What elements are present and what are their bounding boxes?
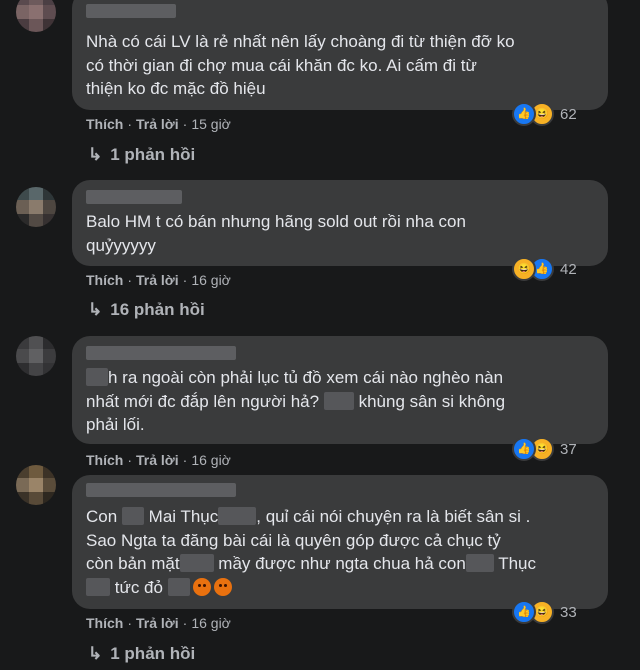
reaction-summary[interactable]: 😆 👍 42: [512, 257, 577, 281]
redacted-text: [86, 368, 108, 386]
reaction-summary[interactable]: 👍 😆 62: [512, 102, 577, 126]
like-link[interactable]: Thích: [86, 272, 123, 288]
redacted-text: [179, 554, 214, 572]
reaction-count: 37: [560, 440, 577, 458]
comment-bubble: Con Mai Thục, quỉ cái nói chuyện ra là b…: [72, 475, 608, 609]
like-icon: 👍: [512, 600, 536, 624]
like-link[interactable]: Thích: [86, 116, 123, 132]
reply-arrow-icon: ↳: [88, 145, 103, 164]
comment-bubble: Nhà có cái LV là rẻ nhất nên lấy choàng …: [72, 0, 608, 110]
commenter-name[interactable]: [86, 4, 176, 18]
comment-actions: Thích · Trả lời · 16 giờ: [86, 452, 231, 468]
view-replies-link[interactable]: ↳ 1 phản hồi: [88, 145, 195, 165]
like-link[interactable]: Thích: [86, 452, 123, 468]
commenter-name[interactable]: [86, 346, 236, 360]
timestamp[interactable]: 16 giờ: [191, 615, 231, 631]
redacted-text: [167, 577, 190, 596]
avatar[interactable]: [16, 0, 56, 32]
reply-link[interactable]: Trả lời: [136, 116, 179, 132]
comment-text: Con Mai Thục, quỉ cái nói chuyện ra là b…: [86, 507, 537, 597]
comment-text: Balo HM t có bán nhưng hãng sold out rồi…: [86, 212, 466, 255]
redacted-text: [218, 507, 257, 525]
like-icon: 👍: [512, 437, 536, 461]
comment-text: h ra ngoài còn phải lục tủ đồ xem cái nà…: [86, 368, 506, 434]
comment-actions: Thích · Trả lời · 15 giờ: [86, 116, 231, 132]
reaction-count: 33: [560, 603, 577, 621]
comment-text: Nhà có cái LV là rẻ nhất nên lấy choàng …: [86, 32, 515, 98]
reaction-count: 62: [560, 105, 577, 123]
redacted-text: [86, 577, 110, 596]
haha-icon: 😆: [512, 257, 536, 281]
timestamp[interactable]: 16 giờ: [191, 272, 231, 288]
comment-bubble: Balo HM t có bán nhưng hãng sold out rồi…: [72, 180, 608, 266]
redacted-text: [121, 507, 144, 525]
reply-arrow-icon: ↳: [88, 300, 103, 319]
reply-link[interactable]: Trả lời: [136, 452, 179, 468]
reply-arrow-icon: ↳: [88, 644, 103, 663]
avatar[interactable]: [16, 336, 56, 376]
like-icon: 👍: [512, 102, 536, 126]
comment-actions: Thích · Trả lời · 16 giờ: [86, 272, 231, 288]
reaction-count: 42: [560, 260, 577, 278]
avatar[interactable]: [16, 465, 56, 505]
reply-link[interactable]: Trả lời: [136, 272, 179, 288]
reply-link[interactable]: Trả lời: [136, 615, 179, 631]
reaction-summary[interactable]: 👍 😆 33: [512, 600, 577, 624]
commenter-name[interactable]: [86, 190, 182, 204]
angry-emoji-icon: [192, 577, 211, 596]
timestamp[interactable]: 15 giờ: [191, 116, 231, 132]
commenter-name[interactable]: [86, 483, 236, 497]
avatar[interactable]: [16, 187, 56, 227]
view-replies-link[interactable]: ↳ 1 phản hồi: [88, 644, 195, 664]
like-link[interactable]: Thích: [86, 615, 123, 631]
comment-actions: Thích · Trả lời · 16 giờ: [86, 615, 231, 631]
angry-emoji-icon: [213, 577, 232, 596]
redacted-text: [323, 391, 354, 410]
view-replies-link[interactable]: ↳ 16 phản hồi: [88, 300, 205, 320]
redacted-text: [465, 554, 494, 572]
timestamp[interactable]: 16 giờ: [191, 452, 231, 468]
reaction-summary[interactable]: 👍 😆 37: [512, 437, 577, 461]
comment-bubble: h ra ngoài còn phải lục tủ đồ xem cái nà…: [72, 336, 608, 444]
